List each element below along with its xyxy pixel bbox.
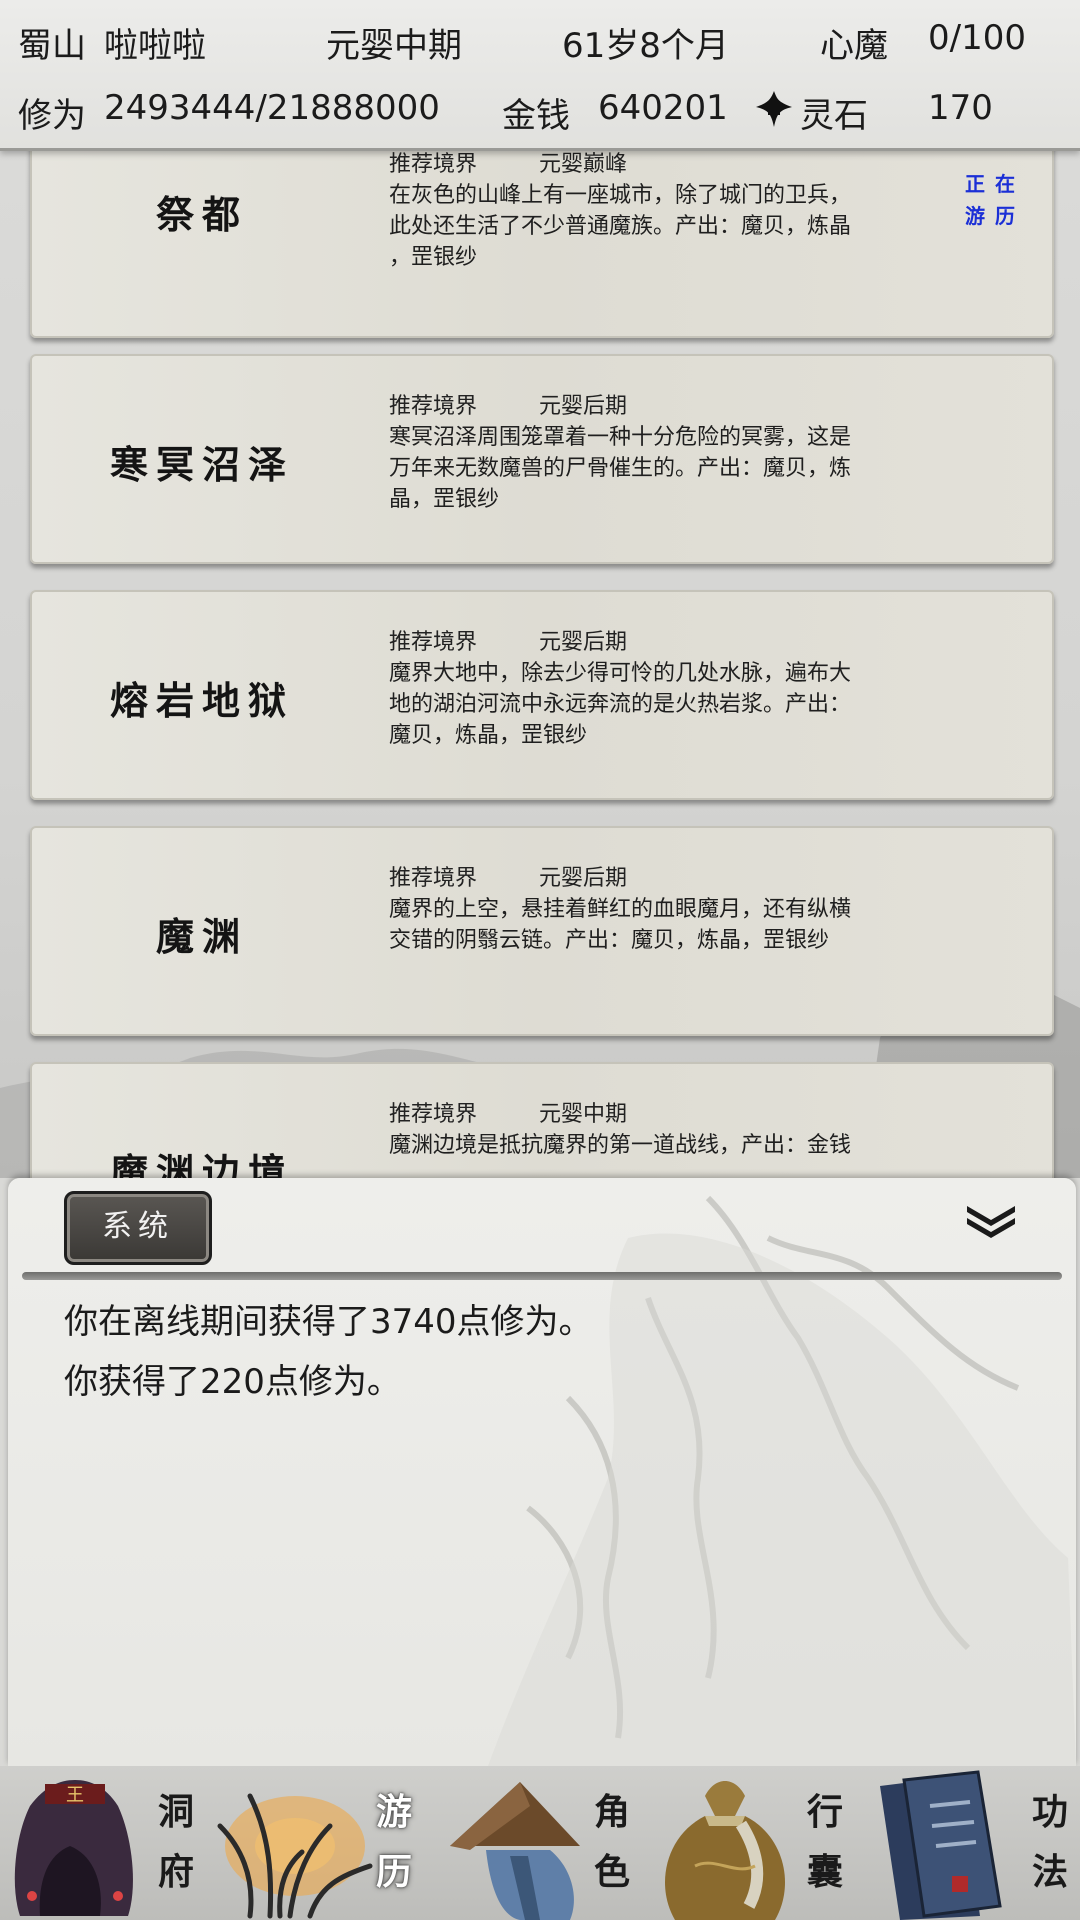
location-card[interactable]: 熔岩地狱 推荐境界 元婴后期 魔界大地中，除去少得可怜的几处水脉，遍布大 地的湖… xyxy=(30,590,1054,800)
cultivation-value: 2493444/21888000 xyxy=(104,88,440,128)
money-value: 640201 xyxy=(598,88,728,128)
location-description: 在灰色的山峰上有一座城市，除了城门的卫兵， 此处还生活了不少普通魔族。产出：魔贝… xyxy=(389,183,852,270)
location-description: 魔界大地中，除去少得可怜的几处水脉，遍布大 地的湖泊河流中永远奔流的是火热岩浆。… xyxy=(389,661,852,748)
recommended-realm-label: 推荐境界 xyxy=(389,630,478,655)
bottom-navigation: 王 洞府 游历 角 色 行 囊 功 法 xyxy=(0,1766,1080,1920)
player-age: 61岁8个月 xyxy=(562,26,729,66)
recommended-realm-label: 推荐境界 xyxy=(389,866,478,891)
recommended-realm-label: 推荐境界 xyxy=(389,394,478,419)
recommended-realm-value: 元婴中期 xyxy=(539,1102,628,1127)
spirit-stone-label: 灵石 xyxy=(800,96,868,136)
money-label: 金钱 xyxy=(502,96,570,136)
location-name: 寒冥沼泽 xyxy=(109,442,294,487)
location-description: 魔渊边境是抵抗魔界的第一道战线，产出：金钱 xyxy=(389,1133,852,1158)
nav-travel[interactable]: 游历 xyxy=(210,1766,430,1920)
system-message: 你获得了220点修为。 xyxy=(64,1362,401,1402)
svg-text:王: 王 xyxy=(66,1785,84,1806)
location-description: 寒冥沼泽周围笼罩着一种十分危险的冥雾，这是 万年来无数魔兽的尸骨催生的。产出：魔… xyxy=(389,425,852,512)
ink-landscape-background xyxy=(488,1195,1076,1766)
location-name: 魔渊 xyxy=(155,914,248,959)
spirit-stone-icon xyxy=(756,91,792,127)
recommended-realm-value: 元婴后期 xyxy=(539,630,628,655)
system-message: 你在离线期间获得了3740点修为。 xyxy=(64,1302,593,1342)
location-name: 熔岩地狱 xyxy=(109,678,294,723)
location-card[interactable]: 魔渊 推荐境界 元婴后期 魔界的上空，悬挂着鲜红的血眼魔月，还有纵横 交错的阴翳… xyxy=(30,826,1054,1036)
nav-label: 洞府 xyxy=(157,1791,194,1893)
player-name[interactable]: 啦啦啦 xyxy=(104,18,206,67)
character-straw-hat-icon xyxy=(450,1782,580,1920)
travel-grass-icon xyxy=(217,1793,373,1919)
nav-character[interactable]: 角色 xyxy=(430,1766,645,1920)
location-name: 祭都 xyxy=(155,192,248,237)
recommended-realm-value: 元婴后期 xyxy=(539,394,628,419)
recommended-realm-label: 推荐境界 xyxy=(389,152,478,177)
nav-techniques[interactable]: 功法 xyxy=(860,1766,1080,1920)
heart-demon-value: 0/100 xyxy=(928,18,1026,58)
recommended-realm-value: 元婴巅峰 xyxy=(539,152,628,177)
nav-bag[interactable]: 行囊 xyxy=(645,1766,860,1920)
message-panel: 系统 你在离线期间获得了3740点修为。 你获得了220点修为。 xyxy=(8,1178,1076,1766)
panel-divider xyxy=(22,1272,1062,1280)
cultivation-label: 修为 xyxy=(18,96,86,136)
cave-dwelling-icon: 王 xyxy=(14,1780,133,1916)
location-card[interactable]: 魔渊边境 推荐境界 元婴中期 魔渊边境是抵抗魔界的第一道战线，产出：金钱 xyxy=(30,1062,1054,1178)
technique-book-icon xyxy=(880,1770,1002,1920)
nav-label: 行囊 xyxy=(806,1791,843,1893)
nav-label: 角色 xyxy=(593,1791,630,1893)
location-name: 蜀山 xyxy=(18,26,86,66)
realm-level: 元婴中期 xyxy=(326,26,462,66)
spirit-stone-value: 170 xyxy=(928,88,993,128)
status-header: 蜀山 啦啦啦 元婴中期 61岁8个月 心魔 0/100 修为 2493444/2… xyxy=(0,0,1080,151)
location-name: 魔渊边境 xyxy=(109,1150,294,1178)
heart-demon-label: 心魔 xyxy=(820,26,888,66)
location-card[interactable]: 祭都 推荐境界 元婴巅峰 在灰色的山峰上有一座城市，除了城门的卫兵， 此处还生活… xyxy=(30,148,1054,338)
recommended-realm-label: 推荐境界 xyxy=(389,1102,478,1127)
traveling-status: 正在 游历 xyxy=(965,172,1025,228)
location-list[interactable]: 祭都 推荐境界 元婴巅峰 在灰色的山峰上有一座城市，除了城门的卫兵， 此处还生活… xyxy=(0,148,1080,1178)
tab-system[interactable]: 系统 xyxy=(64,1191,212,1265)
location-description: 魔界的上空，悬挂着鲜红的血眼魔月，还有纵横 交错的阴翳云链。产出：魔贝，炼晶，罡… xyxy=(389,897,852,953)
collapse-chevron-icon[interactable] xyxy=(963,1200,1019,1240)
nav-label: 功法 xyxy=(1031,1791,1068,1893)
nav-label: 游历 xyxy=(375,1791,412,1893)
recommended-realm-value: 元婴后期 xyxy=(539,866,628,891)
location-card[interactable]: 寒冥沼泽 推荐境界 元婴后期 寒冥沼泽周围笼罩着一种十分危险的冥雾，这是 万年来… xyxy=(30,354,1054,564)
bag-icon xyxy=(665,1781,785,1920)
nav-cave-dwelling[interactable]: 王 洞府 xyxy=(0,1766,210,1920)
